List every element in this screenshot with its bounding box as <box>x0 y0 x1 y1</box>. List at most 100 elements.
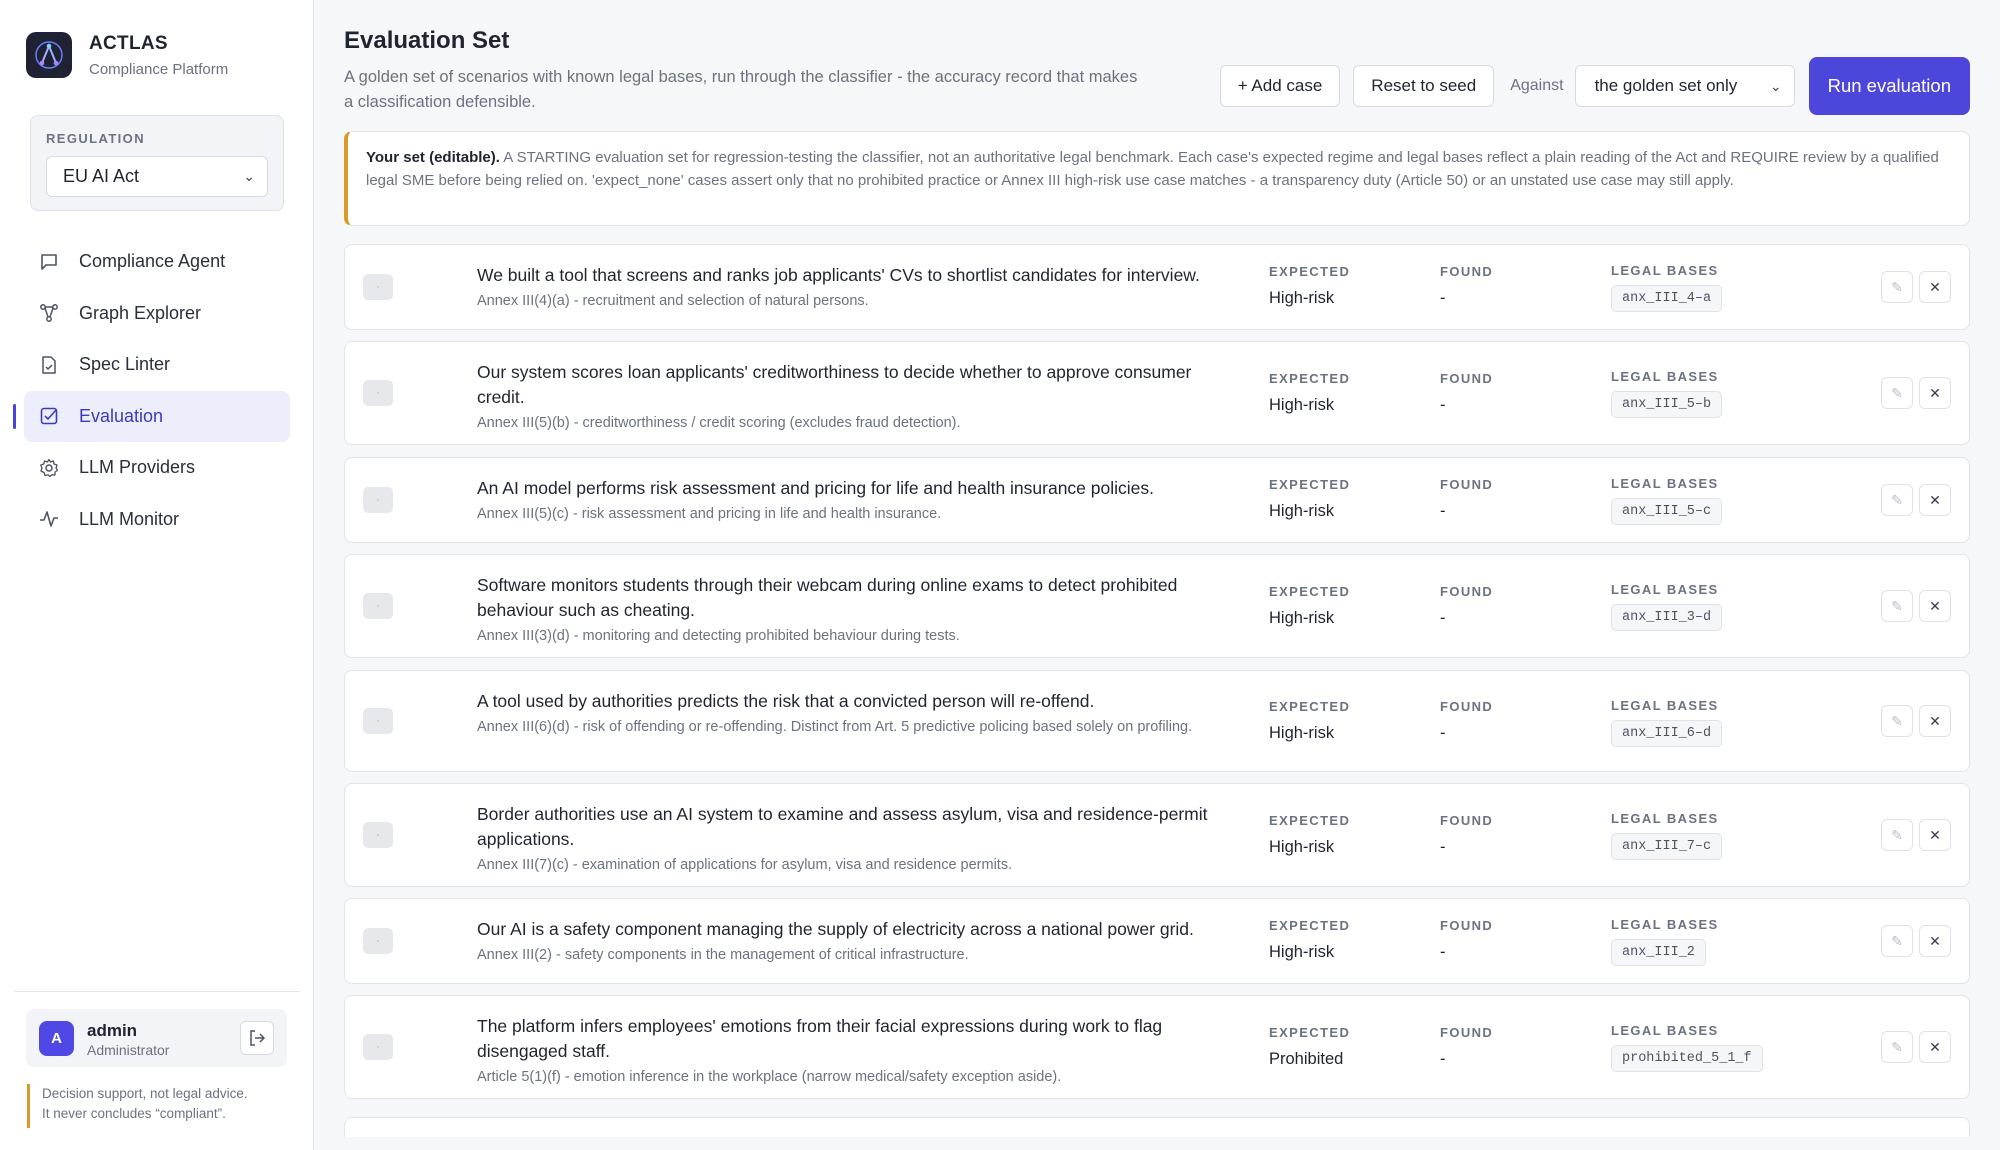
logout-icon <box>250 1030 266 1046</box>
close-icon: ✕ <box>1929 597 1941 614</box>
sidebar-item-evaluation[interactable]: Evaluation <box>13 390 290 442</box>
chat-icon <box>38 251 60 273</box>
sidebar-item-label: Compliance Agent <box>79 251 226 271</box>
legal-bases-label: LEGAL BASES <box>1611 811 1719 826</box>
sidebar-nav: Compliance Agent Graph Explorer Spec Lin… <box>13 236 290 545</box>
regulation-select[interactable]: EU AI Act ⌄ <box>46 156 268 197</box>
close-icon: ✕ <box>1929 384 1941 401</box>
case-select-checkbox[interactable]: · <box>363 928 393 954</box>
found-value: - <box>1440 609 1446 627</box>
edit-case-button[interactable]: ✎ <box>1881 590 1913 622</box>
close-icon: ✕ <box>1929 1038 1941 1055</box>
toolbar: + Add case Reset to seed Against the gol… <box>1207 57 1970 115</box>
case-row: · A tool used by authorities predicts th… <box>344 670 1970 772</box>
close-icon: ✕ <box>1929 491 1941 508</box>
found-value: - <box>1440 502 1446 520</box>
sidebar: ACTLAS Compliance Platform REGULATION EU… <box>0 0 314 1150</box>
edit-case-button[interactable]: ✎ <box>1881 271 1913 303</box>
sidebar-item-label: LLM Providers <box>79 457 196 477</box>
edit-case-button[interactable]: ✎ <box>1881 1031 1913 1063</box>
expected-value: High-risk <box>1269 609 1335 627</box>
sidebar-item-label: Graph Explorer <box>79 302 202 323</box>
delete-case-button[interactable]: ✕ <box>1919 377 1951 409</box>
case-select-checkbox[interactable]: · <box>363 274 393 300</box>
edit-case-button[interactable]: ✎ <box>1881 377 1913 409</box>
sidebar-item-spec-linter[interactable]: Spec Linter <box>24 339 290 390</box>
sidebar-item-llm-monitor[interactable]: LLM Monitor <box>24 494 290 545</box>
against-select[interactable]: the golden set only ⌄ <box>1574 65 1795 107</box>
case-title: An AI model performs risk assessment and… <box>477 478 1154 498</box>
case-row-partial <box>344 1117 1970 1137</box>
delete-case-button[interactable]: ✕ <box>1919 1031 1951 1063</box>
gear-icon <box>38 457 60 479</box>
case-select-checkbox[interactable]: · <box>363 380 393 406</box>
delete-case-button[interactable]: ✕ <box>1919 484 1951 516</box>
notice-text: A STARTING evaluation set for regression… <box>366 149 1939 189</box>
expected-label: EXPECTED <box>1269 264 1351 279</box>
sidebar-item-compliance-agent[interactable]: Compliance Agent <box>24 236 290 287</box>
user-name: admin <box>87 1021 138 1040</box>
case-basis-note: Annex III(6)(d) - risk of offending or r… <box>477 719 1193 735</box>
case-row: · The platform infers employees' emotion… <box>344 995 1970 1099</box>
avatar: A <box>39 1021 74 1056</box>
edit-case-button[interactable]: ✎ <box>1881 819 1913 851</box>
case-select-checkbox[interactable]: · <box>363 487 393 513</box>
sidebar-item-llm-providers[interactable]: LLM Providers <box>24 442 290 493</box>
user-role: Administrator <box>87 1042 170 1058</box>
pencil-icon: ✎ <box>1891 932 1903 949</box>
pencil-icon: ✎ <box>1891 491 1903 508</box>
pulse-icon <box>38 508 60 530</box>
edit-case-button[interactable]: ✎ <box>1881 925 1913 957</box>
legal-basis-tag: anx_III_5–b <box>1611 391 1723 418</box>
pencil-icon: ✎ <box>1891 278 1903 295</box>
case-title: Our system scores loan applicants' credi… <box>477 362 1192 407</box>
expected-label: EXPECTED <box>1269 1025 1351 1040</box>
delete-case-button[interactable]: ✕ <box>1919 705 1951 737</box>
expected-value: High-risk <box>1269 502 1335 520</box>
brand[interactable]: ACTLAS Compliance Platform <box>26 32 228 78</box>
case-basis-note: Annex III(5)(b) - creditworthiness / cre… <box>477 415 961 431</box>
found-value: - <box>1440 1050 1446 1068</box>
case-select-checkbox[interactable]: · <box>363 822 393 848</box>
case-select-checkbox[interactable]: · <box>363 1034 393 1060</box>
case-title: Border authorities use an AI system to e… <box>477 804 1208 849</box>
found-label: FOUND <box>1440 1025 1494 1040</box>
sidebar-item-graph-explorer[interactable]: Graph Explorer <box>24 288 290 339</box>
found-label: FOUND <box>1440 584 1494 599</box>
edit-case-button[interactable]: ✎ <box>1881 484 1913 516</box>
found-value: - <box>1440 724 1446 742</box>
case-row: · Our AI is a safety component managing … <box>344 898 1970 984</box>
delete-case-button[interactable]: ✕ <box>1919 819 1951 851</box>
pencil-icon: ✎ <box>1891 1038 1903 1055</box>
case-basis-note: Annex III(5)(c) - risk assessment and pr… <box>477 506 942 522</box>
legal-bases-label: LEGAL BASES <box>1611 582 1719 597</box>
expected-value: High-risk <box>1269 943 1335 961</box>
notice-heading: Your set (editable). <box>366 149 500 166</box>
legal-basis-tag: anx_III_6–d <box>1611 720 1723 747</box>
page-description: A golden set of scenarios with known leg… <box>344 68 1138 111</box>
expected-label: EXPECTED <box>1269 699 1351 714</box>
close-icon: ✕ <box>1929 712 1941 729</box>
delete-case-button[interactable]: ✕ <box>1919 590 1951 622</box>
legal-bases-label: LEGAL BASES <box>1611 369 1719 384</box>
case-select-checkbox[interactable]: · <box>363 593 393 619</box>
reset-to-seed-button[interactable]: Reset to seed <box>1353 65 1495 107</box>
editable-set-notice: Your set (editable). A STARTING evaluati… <box>344 131 1970 226</box>
add-case-button[interactable]: + Add case <box>1219 65 1341 107</box>
expected-value: High-risk <box>1269 289 1335 307</box>
page-title: Evaluation Set <box>344 27 510 54</box>
legal-basis-tag: anx_III_2 <box>1611 939 1706 966</box>
delete-case-button[interactable]: ✕ <box>1919 271 1951 303</box>
case-select-checkbox[interactable]: · <box>363 708 393 734</box>
run-evaluation-button[interactable]: Run evaluation <box>1808 57 1970 115</box>
found-label: FOUND <box>1440 371 1494 386</box>
case-title: A tool used by authorities predicts the … <box>477 691 1095 711</box>
delete-case-button[interactable]: ✕ <box>1919 925 1951 957</box>
case-basis-note: Annex III(3)(d) - monitoring and detecti… <box>477 628 960 644</box>
expected-label: EXPECTED <box>1269 371 1351 386</box>
case-title: Software monitors students through their… <box>477 575 1178 620</box>
found-label: FOUND <box>1440 918 1494 933</box>
edit-case-button[interactable]: ✎ <box>1881 705 1913 737</box>
logout-button[interactable] <box>240 1021 274 1055</box>
found-value: - <box>1440 943 1446 961</box>
